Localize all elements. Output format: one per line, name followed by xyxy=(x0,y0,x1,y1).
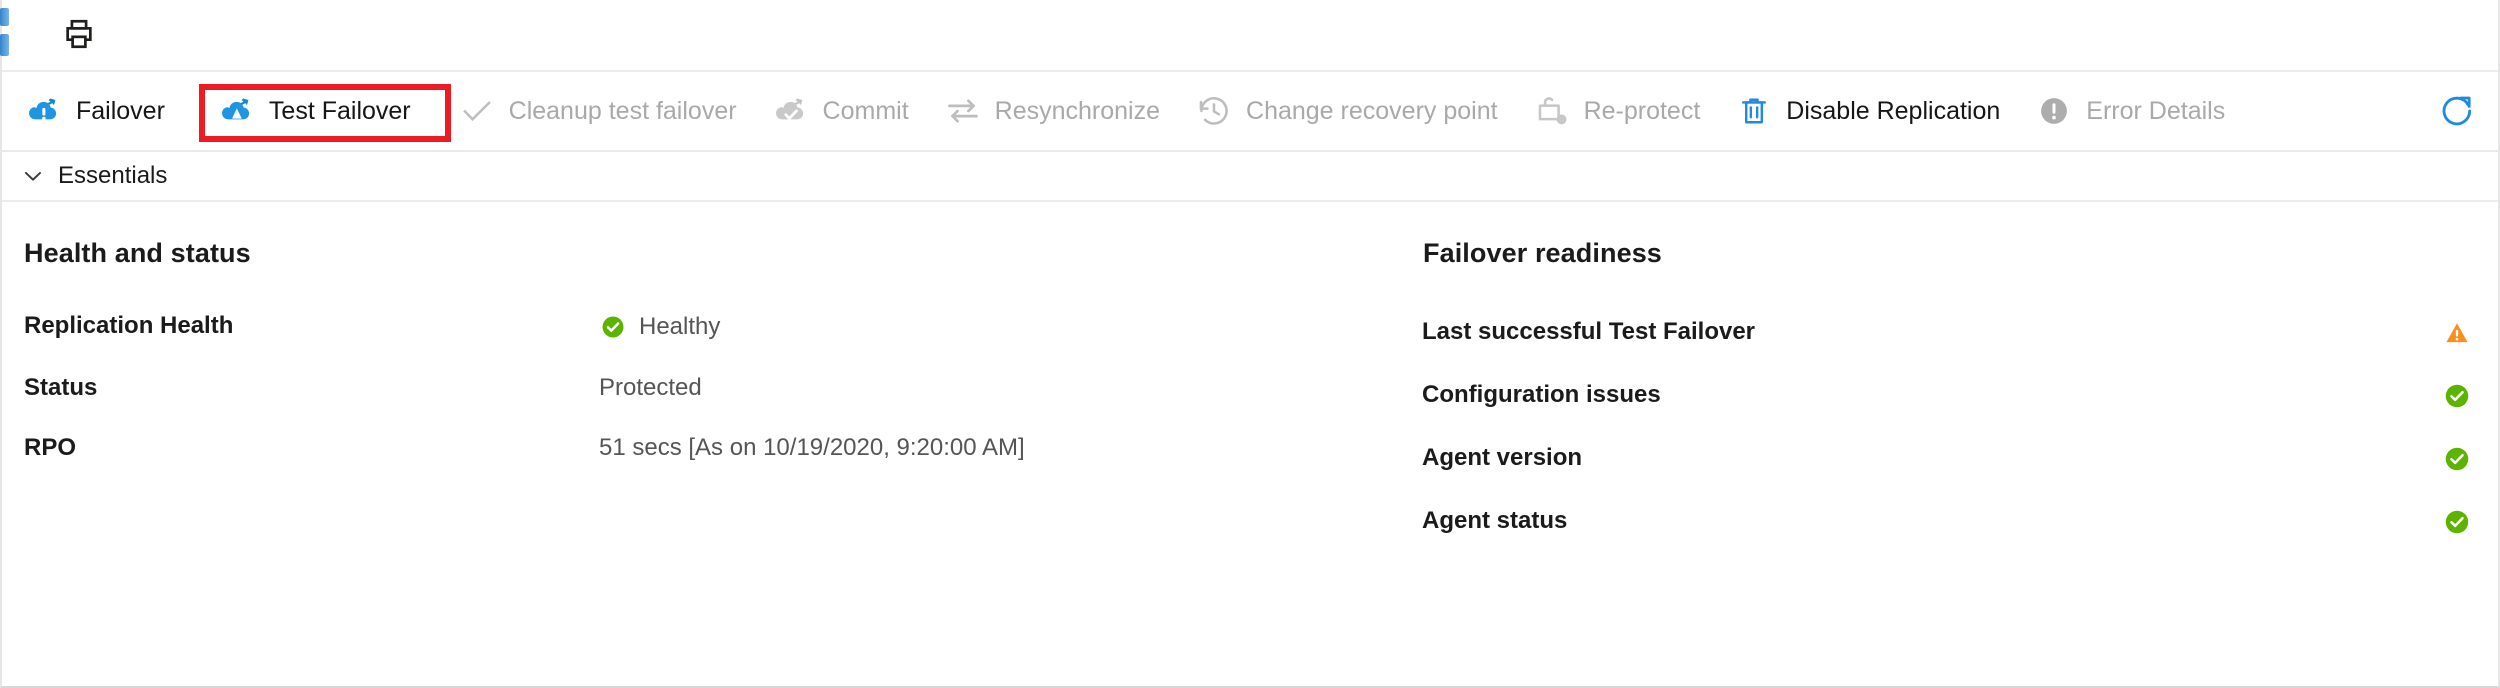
command-test-failover-label: Test Failover xyxy=(268,96,411,125)
command-re-protect-label: Re-protect xyxy=(1583,96,1701,125)
health-and-status-title: Health and status xyxy=(24,238,251,268)
last-successful-test-failover-label: Last successful Test Failover xyxy=(1422,318,1756,346)
left-edge-indicator-lower xyxy=(0,34,9,56)
configuration-issues-label: Configuration issues xyxy=(1422,381,1661,409)
check-circle-green-icon xyxy=(599,313,627,341)
left-edge-indicator-upper xyxy=(0,8,9,26)
command-change-recovery-point-label: Change recovery point xyxy=(1246,96,1498,125)
essentials-toggle[interactable]: Essentials xyxy=(2,152,2498,202)
command-cleanup-test-failover: Cleanup test failover xyxy=(453,80,753,142)
command-failover[interactable]: Failover xyxy=(20,80,181,142)
refresh-button[interactable] xyxy=(2434,90,2480,136)
command-test-failover[interactable]: Test Failover xyxy=(213,80,427,142)
agent-status-label: Agent status xyxy=(1422,507,1568,535)
command-change-recovery-point: Change recovery point xyxy=(1190,80,1514,142)
print-button[interactable] xyxy=(57,14,101,58)
essentials-content: Health and status Replication Health Hea… xyxy=(2,202,2498,565)
test-failover-cloud-icon xyxy=(217,91,257,131)
command-resynchronize-label: Resynchronize xyxy=(994,96,1161,125)
command-disable-replication[interactable]: Disable Replication xyxy=(1730,80,2016,142)
essentials-label: Essentials xyxy=(58,162,168,189)
command-error-details-label: Error Details xyxy=(2086,96,2226,125)
readiness-row-configuration-issues: Configuration issues xyxy=(1422,376,2498,415)
command-commit-label: Commit xyxy=(822,96,909,125)
command-failover-label: Failover xyxy=(76,96,165,125)
error-exclamation-icon xyxy=(2034,91,2074,131)
replicated-item-overview-page: Failover Test Failover Cleanup test fail… xyxy=(0,0,2500,688)
rpo-value: 51 secs [As on 10/19/2020, 9:20:00 AM] xyxy=(599,434,1025,462)
replication-health-value: Healthy xyxy=(639,312,721,340)
clock-history-icon xyxy=(1194,91,1234,131)
status-value: Protected xyxy=(599,374,702,401)
replication-health-value-wrap: Healthy xyxy=(599,313,720,341)
warning-triangle-orange-icon xyxy=(2442,318,2472,348)
field-row-replication-health: Replication Health Healthy xyxy=(24,312,1422,341)
trash-bin-icon xyxy=(1734,91,1774,131)
status-value-wrap: Protected xyxy=(599,374,702,401)
refresh-icon xyxy=(2437,91,2477,136)
readiness-row-last-successful-test-failover: Last successful Test Failover xyxy=(1422,313,2498,352)
field-row-rpo: RPO 51 secs [As on 10/19/2020, 9:20:00 A… xyxy=(24,434,1422,462)
health-and-status-panel: Health and status Replication Health Hea… xyxy=(2,238,1422,565)
command-re-protect: Re-protect xyxy=(1528,80,1717,142)
resynchronize-arrows-icon xyxy=(943,91,983,131)
field-row-status: Status Protected xyxy=(24,374,1422,401)
command-resynchronize: Resynchronize xyxy=(939,80,1176,142)
failover-cloud-icon xyxy=(24,91,64,131)
commit-cloud-check-icon xyxy=(771,91,811,131)
failover-readiness-title: Failover readiness xyxy=(1423,238,1662,268)
rpo-label: RPO xyxy=(24,434,77,462)
agent-version-label: Agent version xyxy=(1422,444,1583,472)
chevron-down-icon xyxy=(16,159,50,193)
rpo-value-wrap: 51 secs [As on 10/19/2020, 9:20:00 AM] xyxy=(599,434,1025,462)
printer-icon xyxy=(62,17,96,56)
replication-health-label: Replication Health xyxy=(24,312,234,339)
readiness-row-agent-version: Agent version xyxy=(1422,439,2498,478)
check-circle-green-icon xyxy=(2442,507,2472,537)
check-circle-green-icon xyxy=(2442,381,2472,411)
command-cleanup-test-failover-label: Cleanup test failover xyxy=(508,96,737,125)
top-toolbar-strip xyxy=(0,0,2498,72)
command-disable-replication-label: Disable Replication xyxy=(1786,96,2001,125)
command-error-details: Error Details xyxy=(2030,80,2241,142)
readiness-row-agent-status: Agent status xyxy=(1422,502,2498,541)
failover-readiness-panel: Failover readiness Last successful Test … xyxy=(1422,238,2498,565)
checkmark-icon xyxy=(457,91,497,131)
status-label: Status xyxy=(24,374,98,401)
check-circle-green-icon xyxy=(2442,444,2472,474)
command-commit: Commit xyxy=(767,80,925,142)
re-protect-icon xyxy=(1532,91,1572,131)
command-bar: Failover Test Failover Cleanup test fail… xyxy=(2,72,2498,152)
